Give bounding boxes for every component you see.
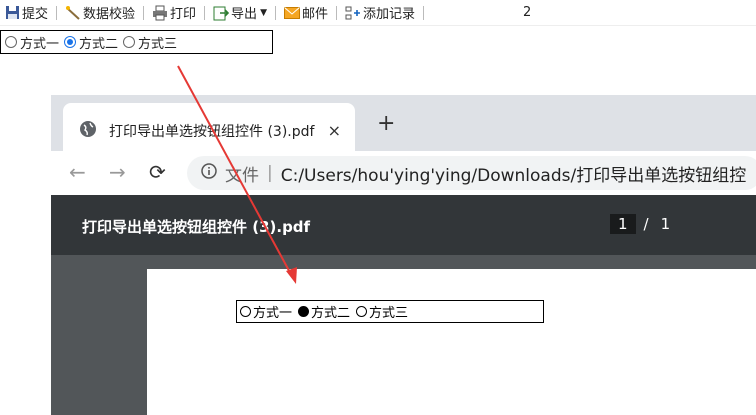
chevron-down-icon: ▼ bbox=[260, 7, 267, 18]
pdf-radio-option-3: 方式三 bbox=[356, 302, 408, 321]
pdf-viewer: 方式一 方式二 方式三 bbox=[51, 255, 756, 415]
pdf-radio-option-2: 方式二 bbox=[298, 302, 350, 321]
print-button[interactable]: 打印 bbox=[148, 0, 200, 26]
mail-icon bbox=[283, 5, 300, 21]
pdf-radio-circle bbox=[240, 306, 251, 317]
toolbar-divider bbox=[274, 5, 276, 20]
navigation-bar: ← → ⟳ 文件 | C:/Users/hou'ying'ying/Downlo… bbox=[51, 151, 756, 195]
printer-icon bbox=[152, 5, 168, 21]
browser-window: 打印导出单选按钮组控件 (3).pdf × + ← → ⟳ 文件 | C:/Us… bbox=[51, 95, 756, 415]
forward-arrow-icon[interactable]: → bbox=[109, 160, 126, 184]
data-validate-button[interactable]: 数据校验 bbox=[61, 0, 139, 26]
page-number: 2 bbox=[523, 5, 532, 20]
print-label: 打印 bbox=[170, 7, 197, 22]
radio-circle[interactable] bbox=[5, 36, 17, 48]
add-record-icon bbox=[345, 5, 361, 21]
pdf-toolbar: 打印导出单选按钮组控件 (3).pdf 1 / 1 bbox=[51, 195, 756, 255]
pdf-page-separator: / bbox=[643, 215, 649, 233]
info-icon[interactable] bbox=[201, 163, 217, 183]
toolbar-divider bbox=[204, 5, 206, 20]
wand-icon bbox=[65, 5, 81, 21]
toolbar-divider bbox=[56, 5, 58, 20]
radio-label: 方式三 bbox=[138, 36, 178, 52]
pdf-radio-label: 方式一 bbox=[253, 306, 293, 321]
toolbar-divider bbox=[143, 5, 145, 20]
pdf-radio-label: 方式三 bbox=[369, 306, 409, 321]
address-url[interactable]: C:/Users/hou'ying'ying/Downloads/打印导出单选按… bbox=[281, 161, 746, 186]
pdf-page-indicator: 1 / 1 bbox=[610, 214, 670, 234]
save-icon bbox=[4, 5, 20, 21]
globe-icon bbox=[79, 120, 97, 142]
radio-group: 方式一 方式二 方式三 bbox=[0, 30, 273, 54]
address-scheme: 文件 bbox=[225, 165, 259, 186]
export-label: 导出 bbox=[231, 7, 258, 22]
pdf-title: 打印导出单选按钮组控件 (3).pdf bbox=[82, 218, 311, 236]
pdf-radio-group: 方式一 方式二 方式三 bbox=[236, 300, 544, 323]
address-separator: | bbox=[267, 163, 273, 183]
tab-title: 打印导出单选按钮组控件 (3).pdf bbox=[109, 124, 315, 140]
new-tab-button[interactable]: + bbox=[377, 113, 395, 135]
pdf-radio-option-1: 方式一 bbox=[240, 302, 292, 321]
radio-circle-selected[interactable] bbox=[64, 36, 77, 48]
add-record-label: 添加记录 bbox=[363, 7, 416, 22]
mail-button[interactable]: 邮件 bbox=[280, 0, 332, 26]
data-validate-label: 数据校验 bbox=[83, 7, 136, 22]
submit-label: 提交 bbox=[22, 7, 49, 22]
add-record-button[interactable]: 添加记录 bbox=[341, 0, 419, 26]
pdf-radio-circle bbox=[356, 306, 368, 317]
radio-option-3[interactable]: 方式三 bbox=[123, 33, 177, 52]
pdf-current-page-input[interactable]: 1 bbox=[610, 214, 636, 234]
pdf-total-pages: 1 bbox=[660, 215, 671, 233]
toolbar-divider bbox=[423, 5, 425, 20]
export-icon bbox=[213, 5, 230, 21]
address-bar[interactable]: 文件 | C:/Users/hou'ying'ying/Downloads/打印… bbox=[187, 156, 756, 190]
toolbar: 提交 数据校验 打印 导出 ▼ 邮件 添加记录 2 bbox=[0, 0, 756, 26]
radio-option-2[interactable]: 方式二 bbox=[64, 33, 118, 52]
pdf-radio-label: 方式二 bbox=[311, 306, 351, 321]
mail-label: 邮件 bbox=[301, 7, 328, 22]
back-arrow-icon[interactable]: ← bbox=[69, 160, 86, 184]
submit-button[interactable]: 提交 bbox=[0, 0, 52, 26]
radio-option-1[interactable]: 方式一 bbox=[5, 33, 59, 52]
toolbar-divider bbox=[336, 5, 337, 20]
export-button[interactable]: 导出 ▼ bbox=[209, 0, 271, 26]
radio-label: 方式一 bbox=[20, 36, 60, 52]
radio-circle[interactable] bbox=[123, 36, 136, 48]
reload-icon[interactable]: ⟳ bbox=[149, 160, 166, 184]
radio-label: 方式二 bbox=[79, 36, 119, 52]
pdf-radio-circle-selected bbox=[298, 306, 310, 317]
close-icon[interactable]: × bbox=[328, 121, 341, 140]
pdf-page: 方式一 方式二 方式三 bbox=[147, 269, 756, 415]
